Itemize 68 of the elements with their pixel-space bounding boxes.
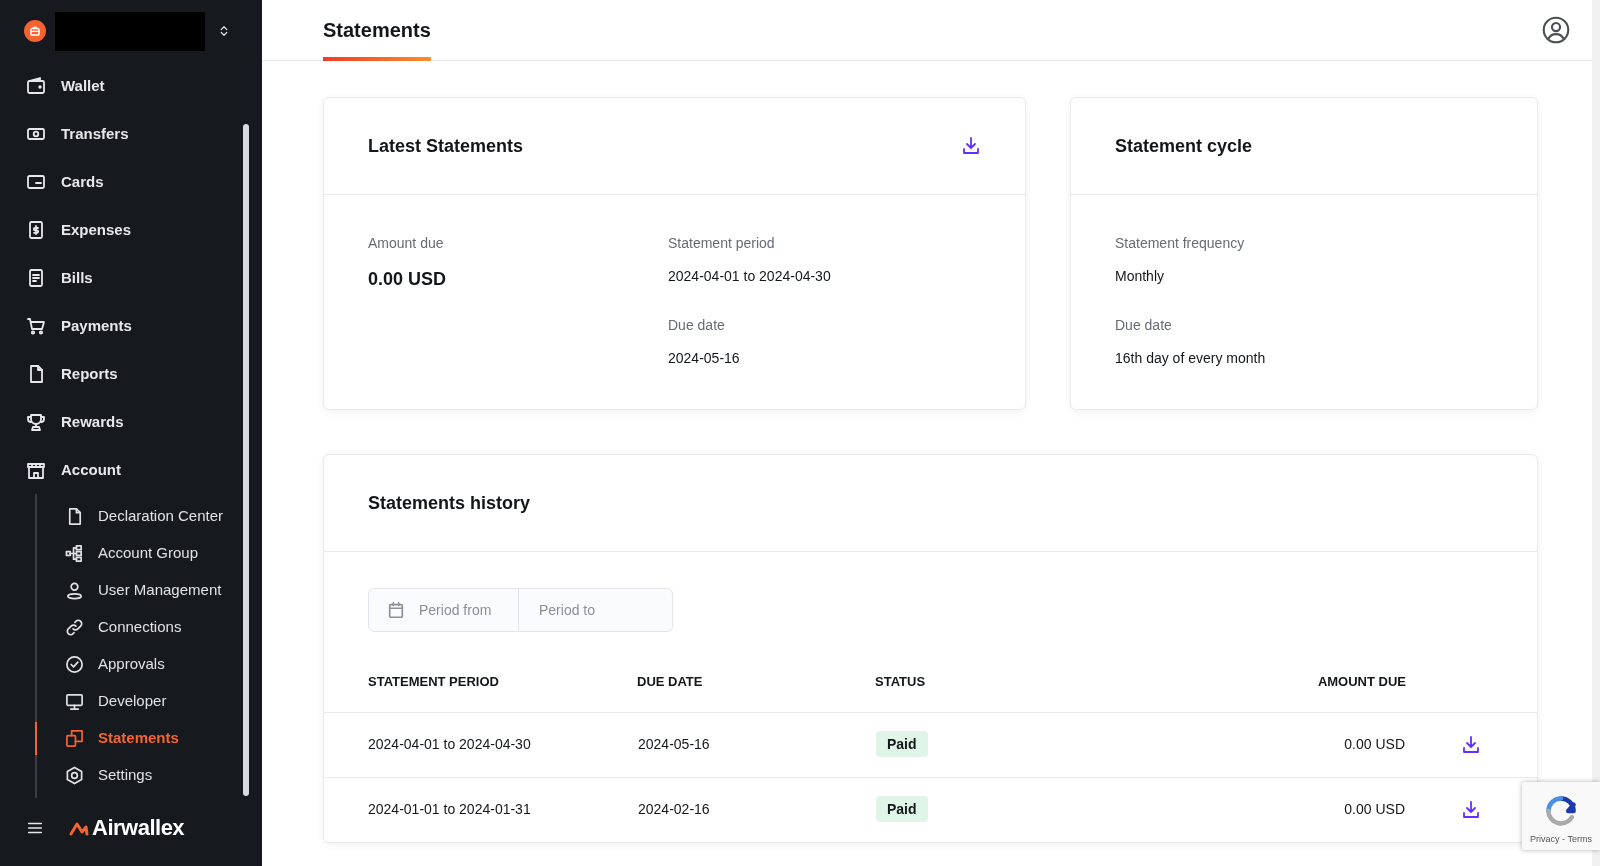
field-label: Amount due [368,234,445,253]
column-header: DUE DATE [637,672,875,712]
settings-icon [65,766,84,785]
date-from-field[interactable]: Period from [417,598,518,622]
card-title: Statements history [368,491,531,515]
hierarchy-icon [65,544,84,563]
field-value: Monthly [1115,267,1166,286]
nav-item[interactable]: Account [0,446,262,494]
table-cell: 2024-02-16 [638,801,710,818]
field-value: 2024-04-01 to 2024-04-30 [668,267,831,286]
monitor-icon [65,692,84,711]
nav-subitem[interactable]: Approvals [37,646,262,683]
field-value: 0.00 USD [368,268,448,291]
field-value: 2024-05-16 [668,349,741,368]
nav-item[interactable]: Wallet [0,62,262,110]
nav-item[interactable]: Transfers [0,110,262,158]
status-badge: Paid [876,731,928,757]
date-range-field[interactable]: Period from Period to [368,588,673,632]
nav-subitem[interactable]: Statements [37,720,262,757]
table-cell: 0.00 USD [1344,736,1405,752]
user-icon [65,581,84,600]
download-icon[interactable] [1461,800,1481,821]
field-value: 16th day of every month [1115,349,1267,368]
card-icon [26,172,46,192]
nav-item[interactable]: Reports [0,350,262,398]
field-label: Due date [1115,316,1173,335]
nav-item[interactable]: Bills [0,254,262,302]
table-cell: 2024-01-01 to 2024-01-31 [368,801,531,818]
table-cell: 0.00 USD [1344,801,1405,818]
download-icon[interactable] [961,136,981,156]
calendar-icon [387,601,405,619]
nav-subitem[interactable]: Developer [37,683,262,720]
table-cell: 2024-04-01 to 2024-04-30 [368,736,531,752]
column-header: STATUS [875,672,1076,712]
table-cell: 2024-05-16 [638,736,710,752]
tab[interactable]: Statements [323,0,431,61]
nav-subitem[interactable]: Settings [37,757,262,794]
copy-icon [65,729,84,748]
cart-icon [26,316,46,336]
trophy-icon [26,412,46,432]
nav-item[interactable]: Rewards [0,398,262,446]
card-title: Latest Statements [368,134,524,158]
status-badge: Paid [876,796,928,823]
storefront-icon [26,460,46,480]
nav-item[interactable]: Cards [0,158,262,206]
wallet-icon [26,76,46,96]
link-icon [65,618,84,637]
nav-subitem[interactable]: Connections [37,609,262,646]
check-circle-icon [65,655,84,674]
receipt-icon [26,220,46,240]
briefcase-icon [24,20,46,42]
recaptcha-links[interactable]: Privacy - Terms [1530,832,1592,846]
field-label: Due date [668,316,726,335]
download-icon[interactable] [1461,735,1481,756]
user-avatar-icon[interactable] [1542,16,1570,44]
date-to-field[interactable]: Period to [537,598,672,622]
column-header: AMOUNT DUE [1075,672,1406,712]
field-label: Statement period [668,234,776,253]
nav-item[interactable]: Expenses [0,206,262,254]
card-title: Statement cycle [1115,134,1253,158]
nav-item[interactable]: Payments [0,302,262,350]
document-icon [26,268,46,288]
nav-subitem[interactable]: Account Group [37,535,262,572]
nav-subitem[interactable]: User Management [37,572,262,609]
column-header: STATEMENT PERIOD [324,672,637,712]
brand-name: Airwallex [92,814,185,842]
nav-subitem[interactable]: Declaration Center [37,498,262,535]
field-label: Statement frequency [1115,234,1246,253]
